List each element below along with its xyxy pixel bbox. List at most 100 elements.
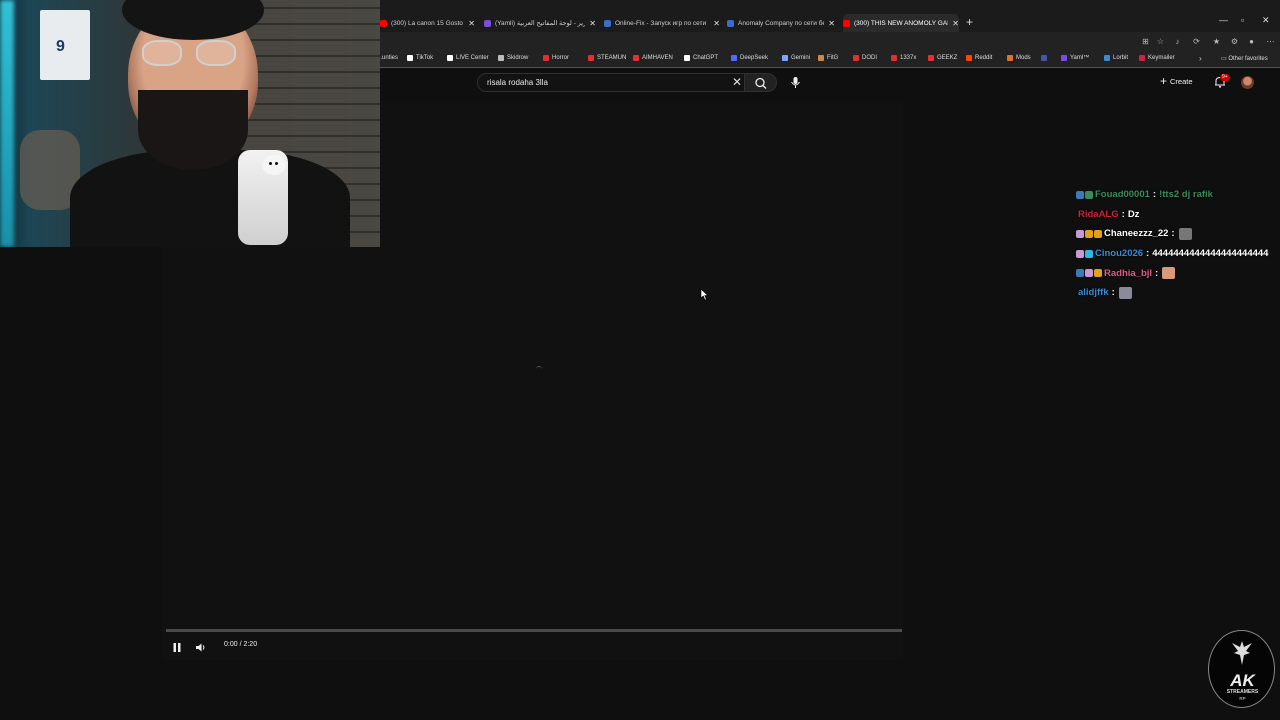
tab-title: (300) THIS NEW ANOMOLY GAME [854,19,949,27]
bookmark-label: GEEKZ [937,55,958,61]
bookmark-item[interactable]: LIVE Center [447,55,489,61]
bookmark-item[interactable]: ChatGPT [684,55,718,61]
bookmark-item[interactable]: Skidrow [498,55,528,61]
favorites-icon[interactable]: ★ [1212,37,1221,46]
badge-icon [1076,249,1084,258]
bookmark-label: Mods [1016,55,1031,61]
search-query-text: risala rodaha 3lla [487,78,548,87]
close-tab-icon[interactable]: ✕ [589,19,596,28]
bookmark-favicon-icon [498,55,504,61]
chat-separator: : [1121,208,1125,220]
bookmark-item[interactable]: Keymailer [1139,55,1175,61]
tab-title: (Yamli) تحرير - لوحة المفاتيح العربية [495,20,586,27]
search-button[interactable] [745,73,777,92]
restore-icon[interactable]: ▫ [1241,15,1244,25]
bookmark-item[interactable]: DeepSeek [731,55,768,61]
bookmark-item[interactable]: AIMHAVEN [633,55,673,61]
chat-message: Fouad00001: !tts2 dj rafik [1076,185,1276,205]
chat-username: RidaALG [1078,208,1119,220]
extensions-icon[interactable]: ⟳ [1192,37,1201,46]
bookmark-favicon-icon [447,55,453,61]
favorite-star-icon[interactable]: ☆ [1156,37,1165,46]
apps-icon[interactable]: ⊞ [1141,37,1150,46]
chat-separator: : [1152,189,1157,201]
pause-button[interactable] [172,640,182,652]
search-input[interactable]: risala rodaha 3lla ✕ [477,73,745,92]
bookmark-item[interactable]: Horror [543,55,569,61]
tab-favicon-icon [727,19,734,27]
bookmark-label: DODI [862,55,877,61]
bookmark-favicon-icon [731,55,737,61]
bookmark-item[interactable]: Mods [1007,55,1031,61]
browser-tab[interactable]: (300) THIS NEW ANOMOLY GAME ✕ [843,14,959,32]
account-avatar[interactable] [1241,76,1254,89]
bookmark-item[interactable] [1041,55,1050,61]
browser-tab[interactable]: Anomaly Company по сети бесплатно✕ [727,14,835,32]
badge-icon [1085,190,1093,199]
chat-badges [1076,229,1102,238]
badge-icon [1076,229,1084,238]
bookmark-label: Lorbit [1113,55,1129,61]
bookmark-item[interactable]: STEAMUN [588,55,626,61]
close-tab-icon[interactable]: ✕ [468,19,475,28]
chat-message: RidaALG: Dz [1076,205,1276,225]
bookmark-item[interactable]: Lorbit [1104,55,1128,61]
chat-emote-icon [1118,286,1132,299]
badge-icon [1085,229,1093,238]
bookmark-item[interactable]: 1337x [891,55,916,61]
bookmark-label: FitG [827,55,839,61]
browser-tab[interactable]: (300) La canon 15 Gosto Productio ✕ [380,14,475,32]
bookmark-item[interactable]: Reddit [966,55,992,61]
bookmark-label: Reddit [975,55,993,61]
bookmarks-overflow-icon[interactable]: › [1199,54,1202,63]
bookmark-favicon-icon [853,55,859,61]
chat-username: Fouad00001 [1095,189,1150,201]
progress-bar[interactable] [166,629,902,632]
bookmark-favicon-icon [407,55,413,61]
bookmark-item[interactable]: TikTok [407,55,433,61]
bookmark-item[interactable]: Yaml™ [1061,55,1089,61]
bookmark-favicon-icon [966,55,972,61]
browser-tab[interactable]: Online-Fix - Запуск игр по сети ✕ [604,14,720,32]
browser-tab[interactable]: (Yamli) تحرير - لوحة المفاتيح العربية ✕ [484,14,596,32]
read-aloud-icon[interactable]: ♪ [1173,37,1182,46]
bookmark-item[interactable]: GEEKZ [928,55,957,61]
chat-emote-icon [1178,227,1192,240]
bookmark-favicon-icon [1104,55,1110,61]
notification-count-badge: 9+ [1220,74,1230,81]
minimize-icon[interactable]: — [1219,15,1228,25]
profile-icon[interactable]: ● [1247,37,1256,46]
create-button[interactable]: + Create [1160,75,1193,87]
stream-chat-overlay: Fouad00001: !tts2 dj rafik RidaALG: Dz Chane… [1076,185,1276,303]
logo-subtitle-small: RP [1239,696,1246,701]
voice-search-button[interactable] [787,73,804,92]
other-favorites-folder[interactable]: ▭ Other favorites [1221,55,1268,62]
plus-icon: + [1160,74,1168,88]
volume-button[interactable] [195,640,207,652]
clear-search-icon[interactable]: ✕ [732,75,742,89]
bookmark-favicon-icon [928,55,934,61]
close-tab-icon[interactable]: ✕ [828,19,835,28]
bookmark-favicon-icon [543,55,549,61]
bookmark-item[interactable]: Gemini [782,55,810,61]
logo-text: AK [1230,671,1255,690]
speaker-icon [196,643,205,652]
collections-icon[interactable]: ⚙ [1230,37,1239,46]
chat-message: Cinou2026:4444444444444444444444 [1076,244,1276,264]
chat-separator: : [1155,267,1159,279]
close-tab-icon[interactable]: ✕ [713,19,720,28]
pause-icon [173,643,181,652]
close-tab-icon[interactable]: ✕ [952,19,959,28]
search-icon [755,77,767,89]
tab-favicon-icon [604,19,611,27]
tab-favicon-icon [380,19,387,27]
new-tab-button[interactable]: + [966,15,973,29]
bookmark-item[interactable]: DODI [853,55,877,61]
tab-favicon-icon [484,19,491,27]
bookmark-favicon-icon [1007,55,1013,61]
bookmark-favicon-icon [1139,55,1145,61]
glasses-lens-right [196,40,236,66]
bookmark-item[interactable]: FitG [818,55,838,61]
more-menu-icon[interactable]: ⋯ [1266,37,1275,46]
close-window-icon[interactable]: ✕ [1262,15,1270,26]
